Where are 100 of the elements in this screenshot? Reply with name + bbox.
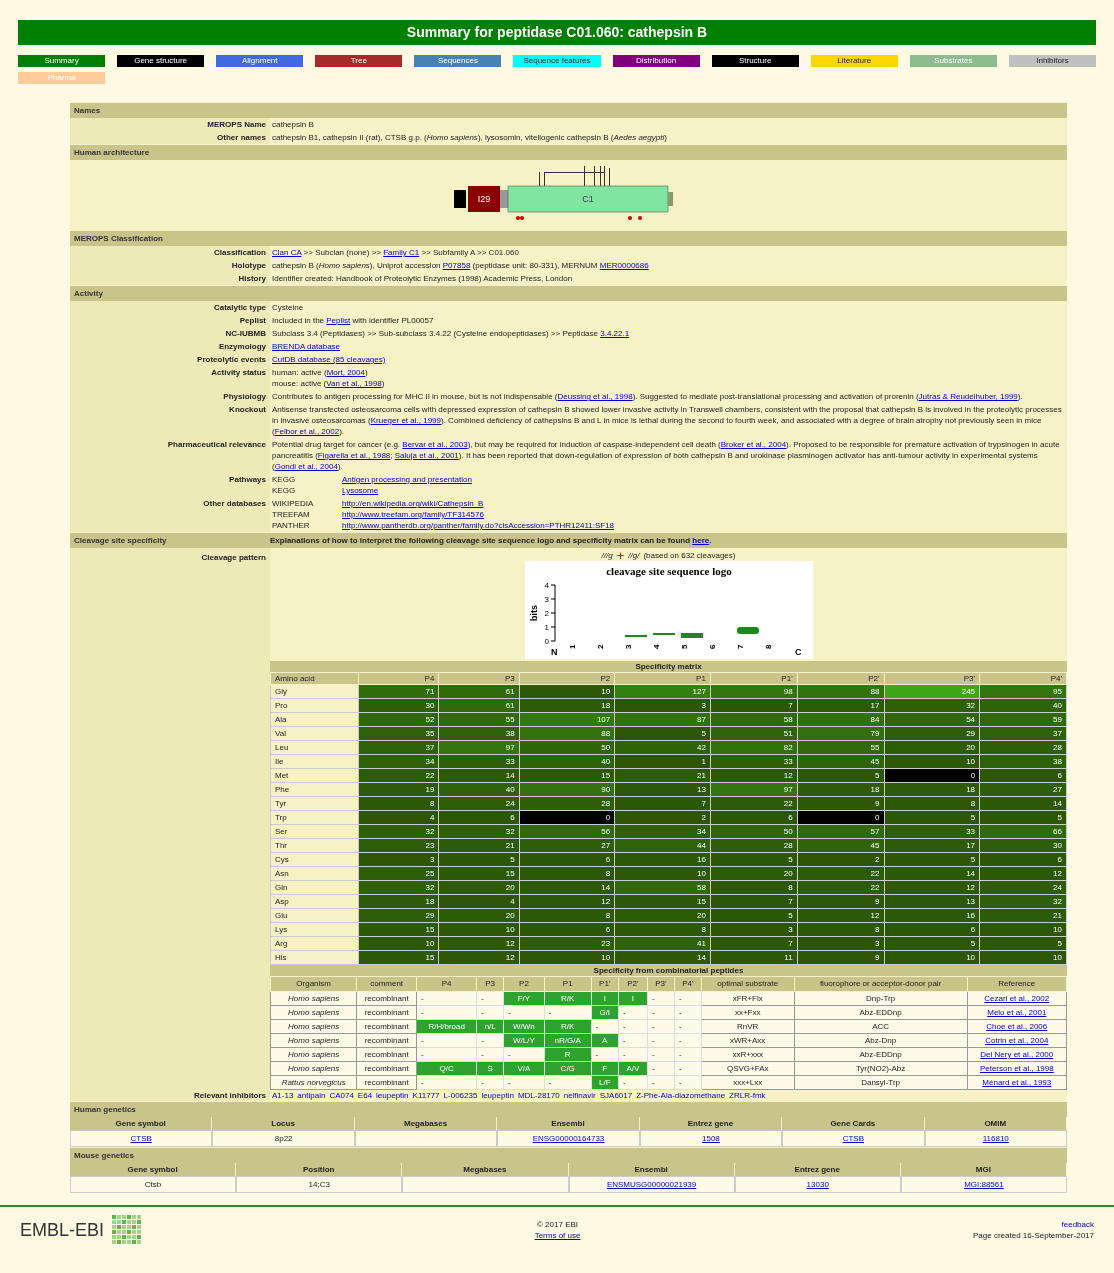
inhibitor-link[interactable]: ZRLR-fmk <box>729 1091 766 1100</box>
column-header: MGI <box>900 1163 1067 1176</box>
column-header: P4 <box>358 672 439 685</box>
gene-link[interactable]: MGI:88561 <box>964 1180 1004 1189</box>
nav-tab[interactable]: Distribution <box>612 55 700 67</box>
inhibitor-link[interactable]: antipain <box>297 1091 326 1100</box>
position-cell: - <box>416 1047 477 1062</box>
nav-tab[interactable]: Summary <box>18 55 106 67</box>
table-cell: Abz-EDDnp <box>794 1005 968 1020</box>
inhibitor-link[interactable]: SJA6017 <box>599 1091 633 1100</box>
inhibitor-link[interactable]: E64 <box>357 1091 373 1100</box>
position-cell: - <box>618 1019 648 1034</box>
cleavage-pattern: //g/ <box>628 550 640 561</box>
position-cell: - <box>476 991 504 1006</box>
inhibitor-link[interactable]: nelfinavir <box>563 1091 596 1100</box>
column-header: P1 <box>544 976 592 992</box>
position-cell: - <box>674 1075 702 1090</box>
position-cell: - <box>618 1075 648 1090</box>
field-label: Holotype <box>70 259 270 272</box>
text-link[interactable]: Clan CA <box>272 248 302 257</box>
text-link[interactable]: Deussing et al., 1998 <box>557 392 633 401</box>
text-link[interactable]: CutDB database (85 cleavages) <box>272 355 386 364</box>
nav-tab[interactable]: Gene structure <box>117 55 205 67</box>
field-value: cathepsin B1, cathepsin II (rat), CTSB g.p. (Homo sapiens), lysosomin, vitellogenic cathepsin B (Aedes aegypti) <box>272 132 668 143</box>
gene-link[interactable]: 116810 <box>982 1134 1009 1143</box>
gene-link[interactable]: 13030 <box>806 1180 829 1189</box>
inhibitor-link[interactable]: A1-13 <box>272 1091 294 1100</box>
text-link[interactable]: Van et al., 1998 <box>326 379 382 388</box>
section-header: Mouse genetics <box>73 1150 135 1162</box>
nav-tab[interactable]: Sequence features <box>513 55 601 67</box>
field-label: Enzymology <box>70 340 270 353</box>
gene-link[interactable]: CTSB <box>130 1134 152 1143</box>
site-logo[interactable]: EMBL-EBI <box>20 1219 105 1241</box>
section-header: Activity <box>73 288 104 300</box>
inhibitor-link[interactable]: L-006235 <box>443 1091 478 1100</box>
field-value: Cysteine <box>272 302 305 313</box>
text-link[interactable]: http://en.wikipedia.org/wiki/Cathepsin_B <box>342 499 484 508</box>
column-header: P4' <box>674 976 702 992</box>
position-cell: - <box>416 1005 477 1020</box>
gene-link[interactable]: 1508 <box>702 1134 720 1143</box>
column-header: P2 <box>519 672 615 685</box>
nav-tab[interactable]: Literature <box>810 55 898 67</box>
text-link[interactable]: Lysosome <box>342 486 379 495</box>
nav-tab[interactable]: Tree <box>315 55 403 67</box>
text-link[interactable]: Saluja et al., 2001 <box>394 451 459 460</box>
column-header: Megabases <box>402 1163 569 1176</box>
terms-link[interactable]: Terms of use <box>534 1230 581 1241</box>
field-value: cathepsin B <box>272 119 315 130</box>
field-label: Activity status <box>70 366 270 390</box>
column-header: Gene Cards <box>782 1117 925 1130</box>
text-link[interactable]: 3.4.22.1 <box>600 329 630 338</box>
table-title: Specificity from combinatorial peptides <box>270 965 1067 976</box>
table-cell: Tyr(NO2)-Abz <box>794 1061 968 1076</box>
position-cell: - <box>476 1005 504 1020</box>
inhibitor-link[interactable]: Z-Phe-Ala-diazomethane <box>636 1091 726 1100</box>
table-cell: Homo sapiens <box>270 1033 357 1048</box>
section-header: Cleavage site specificity <box>73 535 168 547</box>
position-cell: - <box>618 1005 648 1020</box>
position-cell: - <box>674 1005 702 1020</box>
position-cell: - <box>674 1061 702 1076</box>
nav-tab[interactable]: Sequences <box>414 55 502 67</box>
position-cell: - <box>647 991 675 1006</box>
feedback-link[interactable]: feedback <box>1061 1219 1094 1230</box>
text-link[interactable]: BRENDA database <box>272 342 341 351</box>
inhibitor-link[interactable]: MDL-28170 <box>517 1091 560 1100</box>
text-link[interactable]: Family C1 <box>383 248 420 257</box>
column-header: Entrez gene <box>639 1117 783 1130</box>
gene-value: 14;C3 <box>308 1180 330 1189</box>
field-label: Knockout <box>70 403 270 438</box>
nav-tab[interactable]: Structure <box>711 55 799 67</box>
text-link[interactable]: P07858 <box>442 261 471 270</box>
section-header: Human genetics <box>73 1104 137 1116</box>
field-label: Pharmaceutical relevance <box>70 438 270 473</box>
field-value: Antisense transfected osteosarcoma cells with depressed expression of cathepsin B showed lower invasive activity in Transwell chambers, consistent with the proposal that cathepsin B is involved in the proteolytic processes in invasive osteosarcomas (Krueger et al., 1999). Combined deficiency of cathepsins B and L in mice is lethal during the second to fourth week, and associated with a degree of brain atrophy not previously seen in mice (Felbor et al., 2002). <box>272 404 1063 437</box>
text-link[interactable]: Bervar et al., 2003 <box>402 440 468 449</box>
field-value: Potential drug target for cancer (e.g. Bervar et al., 2003), but may be required for induction of caspase-independent cell death (Broker et al., 2004). Proposed to be responsible for premature activation of trypsinogen in acute pancreatitis (Figarella et al., 1988; Saluja et al., 2001). It has been reported that down-regulation of expression of both cathepsin B and urokinase plasminogen activator has anti-tumour activity in experimental systems (Gondi et al., 2004). <box>272 439 1061 472</box>
text-link[interactable]: http://www.treefam.org/family/TF314576 <box>342 510 484 519</box>
table-cell: Abz-Dnp <box>794 1033 968 1048</box>
nav-tab[interactable]: Alignment <box>216 55 304 67</box>
column-header: Gene symbol <box>70 1163 237 1176</box>
text-link[interactable]: Peplist <box>326 316 351 325</box>
source-label: WIKIPEDIA <box>272 498 315 509</box>
column-header: Position <box>236 1163 403 1176</box>
column-header: P4 <box>416 976 477 992</box>
field-label: Proteolytic events <box>70 353 270 366</box>
gene-link[interactable]: CTSB <box>842 1134 864 1143</box>
source-label: KEGG <box>272 485 297 496</box>
inhibitor-link[interactable]: K11777 <box>412 1091 440 1100</box>
position-cell: - <box>591 1019 619 1034</box>
inhibitor-link[interactable]: CA074 <box>329 1091 354 1100</box>
inhibitor-link[interactable]: leupeptin <box>376 1091 409 1100</box>
field-value: cathepsin B (Homo sapiens), Uniprot accession P07858 (peptidase unit: 80-331), MERNUM MER0000686 <box>272 260 650 271</box>
text-link[interactable]: Antigen processing and presentation <box>342 475 472 484</box>
gene-value: 8p22 <box>274 1134 293 1143</box>
text-link[interactable]: http://www.pantherdb.org/panther/family.do?clsAccession=PTHR12411:SF18 <box>342 521 615 530</box>
page-title: Summary for peptidase C01.060: cathepsin B <box>18 20 1096 45</box>
nav-tab[interactable]: Inhibitors <box>1008 55 1096 67</box>
copyright-text: © 2017 EBI <box>537 1219 579 1230</box>
inhibitor-link[interactable]: leupeptin <box>481 1091 514 1100</box>
text-link[interactable]: MER0000686 <box>599 261 649 270</box>
